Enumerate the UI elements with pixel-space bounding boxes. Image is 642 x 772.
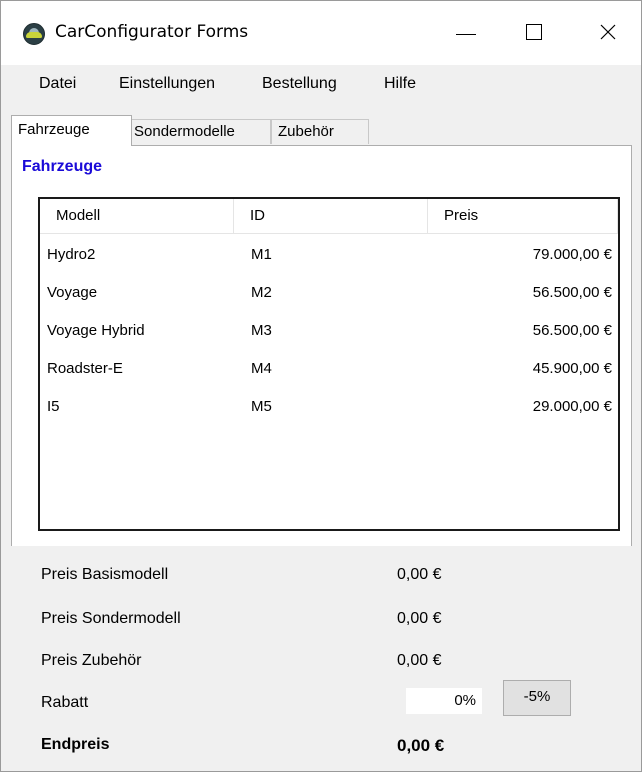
panel-heading: Fahrzeuge	[22, 158, 103, 175]
list-item[interactable]: I5 M5 29.000,00 €	[40, 389, 618, 425]
column-header-modell[interactable]: Modell	[40, 199, 234, 233]
tab-sondermodelle[interactable]: Sondermodelle	[127, 119, 271, 144]
list-item[interactable]: Voyage M2 56.500,00 €	[40, 275, 618, 311]
vehicle-list[interactable]: Modell ID Preis Hydro2 M1 79.000,00 € Voyag…	[38, 197, 620, 531]
menu-bar: Datei Einstellungen Bestellung Hilfe	[1, 65, 641, 103]
column-header-id[interactable]: ID	[234, 199, 428, 233]
discount-value: 0%	[406, 688, 482, 714]
cell-preis: 56.500,00 €	[532, 322, 612, 339]
cell-id: M4	[251, 360, 272, 377]
cell-id: M1	[251, 246, 272, 263]
menu-datei[interactable]: Datei	[39, 75, 76, 93]
special-price-label: Preis Sondermodell	[41, 610, 181, 627]
cell-modell: Voyage	[47, 284, 98, 301]
base-price-value: 0,00 €	[397, 566, 442, 583]
column-header-preis[interactable]: Preis	[428, 199, 618, 233]
cell-preis: 79.000,00 €	[532, 246, 612, 263]
app-window: CarConfigurator Forms Datei Einstellunge…	[0, 0, 642, 772]
list-header: Modell ID Preis	[40, 199, 618, 234]
accessory-price-value: 0,00 €	[397, 652, 442, 669]
discount-5-button[interactable]: -5%	[503, 680, 571, 716]
special-price-value: 0,00 €	[397, 610, 442, 627]
total-label: Endpreis	[41, 736, 110, 753]
discount-label: Rabatt	[41, 694, 89, 711]
close-button[interactable]	[576, 1, 640, 63]
total-value: 0,00 €	[397, 736, 445, 755]
cell-modell: Roadster-E	[47, 360, 123, 377]
maximize-button[interactable]	[502, 1, 566, 63]
menu-bestellung[interactable]: Bestellung	[262, 75, 337, 93]
cell-preis: 45.900,00 €	[532, 360, 612, 377]
minimize-button[interactable]	[434, 1, 498, 63]
list-item[interactable]: Hydro2 M1 79.000,00 €	[40, 237, 618, 273]
window-title: CarConfigurator Forms	[55, 22, 249, 42]
cell-modell: Voyage Hybrid	[47, 322, 145, 339]
cell-id: M5	[251, 398, 272, 415]
accessory-price-label: Preis Zubehör	[41, 652, 142, 669]
menu-einstellungen[interactable]: Einstellungen	[119, 75, 215, 93]
car-body-shape	[26, 32, 42, 38]
cell-modell: Hydro2	[47, 246, 96, 263]
minimize-icon	[456, 33, 476, 35]
list-item[interactable]: Roadster-E M4 45.900,00 €	[40, 351, 618, 387]
cell-modell: I5	[47, 398, 60, 415]
car-app-icon	[23, 23, 45, 45]
menu-hilfe[interactable]: Hilfe	[384, 75, 416, 93]
list-item[interactable]: Voyage Hybrid M3 56.500,00 €	[40, 313, 618, 349]
summary-panel: Preis Basismodell 0,00 € Preis Sondermod…	[1, 546, 641, 771]
cell-id: M2	[251, 284, 272, 301]
tab-fahrzeuge[interactable]: Fahrzeuge	[11, 115, 132, 146]
tab-zubehoer[interactable]: Zubehör	[271, 119, 369, 144]
maximize-icon	[526, 24, 542, 40]
base-price-label: Preis Basismodell	[41, 566, 169, 583]
cell-preis: 29.000,00 €	[532, 398, 612, 415]
close-icon	[600, 24, 616, 40]
title-bar: CarConfigurator Forms	[1, 1, 641, 63]
cell-preis: 56.500,00 €	[532, 284, 612, 301]
cell-id: M3	[251, 322, 272, 339]
